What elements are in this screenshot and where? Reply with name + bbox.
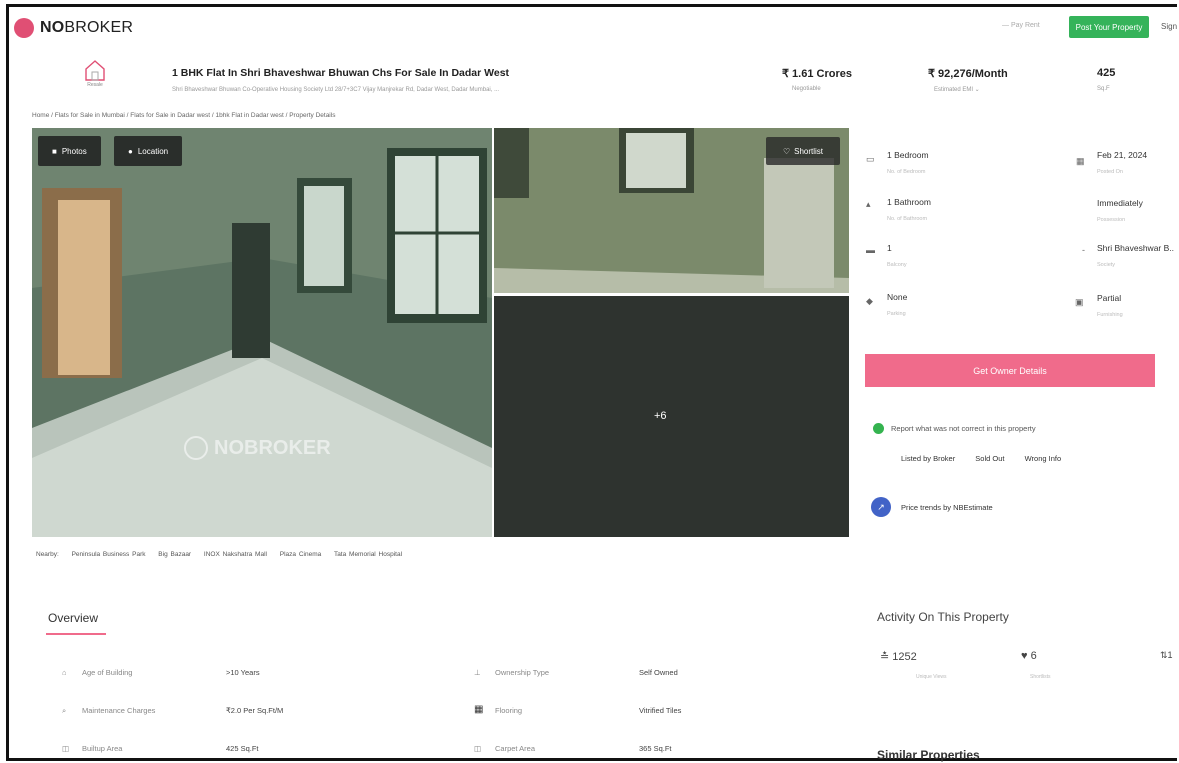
overview-tab[interactable]: Overview	[48, 611, 98, 625]
carpet-icon: ◫	[474, 744, 482, 753]
area: 425	[1097, 67, 1116, 79]
logo-text: NOBROKER	[40, 19, 134, 36]
price: ₹ 1.61 Crores	[782, 68, 852, 80]
ownership-value: Self Owned	[639, 668, 678, 677]
views-label: Unique Views	[916, 674, 947, 680]
area-unit: Sq.F	[1097, 86, 1110, 92]
possession-detail: Immediately Possession	[1097, 198, 1143, 223]
bed-icon: ▭	[866, 154, 875, 164]
report-section[interactable]: Report what was not correct in this prop…	[873, 423, 1036, 434]
shortlist-button[interactable]: ♡ Shortlist	[766, 137, 840, 165]
similar-properties-heading: Similar Properties	[877, 748, 980, 762]
nearby-place[interactable]: Peninsula Business Park	[72, 551, 146, 558]
views-count: ≛ 1252	[880, 651, 917, 663]
active-tab-underline	[46, 633, 106, 635]
location-icon: ●	[128, 146, 133, 156]
sold-out-link[interactable]: Sold Out	[975, 454, 1004, 463]
furnishing-detail: Partial Furnishing	[1097, 293, 1123, 318]
room-photo-illustration	[32, 128, 492, 537]
contacts-count: ⇅1	[1160, 650, 1173, 660]
get-owner-details-button[interactable]: Get Owner Details	[865, 354, 1155, 387]
location-button[interactable]: ● Location	[114, 136, 183, 166]
price-negotiable: Negotiable	[792, 86, 821, 92]
posted-date-detail: Feb 21, 2024 Posted On	[1097, 150, 1148, 175]
flooring-icon: ▦	[474, 704, 484, 715]
balcony-detail: 1 Balcony	[887, 243, 907, 268]
maintenance-icon: ⌕	[62, 706, 67, 715]
listing-title: 1 BHK Flat In Shri Bhaveshwar Bhuwan Chs…	[172, 67, 510, 79]
bath-icon: ▴	[866, 199, 871, 209]
age-icon: ⌂	[62, 668, 67, 677]
ownership-label: Ownership Type	[495, 668, 550, 677]
report-options: Listed by Broker Sold Out Wrong Info	[901, 454, 1079, 463]
heart-icon: ♥	[1021, 650, 1031, 662]
nobroker-watermark: NOBROKER	[184, 436, 331, 460]
wrong-info-link[interactable]: Wrong Info	[1025, 454, 1062, 463]
trend-chart-icon: ↗	[871, 497, 891, 517]
builtup-icon: ◫	[62, 744, 70, 753]
shortlists-count: ♥ 6	[1021, 650, 1037, 662]
parking-detail: None Parking	[887, 292, 908, 317]
watermark-logo-icon	[184, 436, 208, 460]
calendar-icon: ▦	[1076, 156, 1085, 166]
person-icon: ≛	[880, 651, 893, 663]
listing-address: Shri Bhaveshwar Bhuwan Co-Operative Hous…	[172, 87, 500, 93]
post-property-button[interactable]: Post Your Property	[1069, 16, 1149, 38]
balcony-icon: ▬	[866, 245, 875, 255]
main-photo[interactable]	[32, 128, 492, 537]
flooring-value: Vitrified Tiles	[639, 706, 682, 715]
furnishing-icon: ▣	[1075, 297, 1084, 307]
breadcrumb[interactable]: Home / Flats for Sale in Mumbai / Flats …	[32, 112, 335, 119]
pay-rent-link[interactable]: — Pay Rent	[1002, 22, 1040, 29]
flooring-label: Flooring	[495, 706, 523, 715]
nearby-place[interactable]: INOX Nakshatra Mall	[204, 551, 267, 558]
camera-icon: ■	[52, 146, 57, 156]
resale-caption: Resale	[87, 82, 103, 88]
age-label: Age of Building	[82, 668, 133, 677]
nobroker-logo[interactable]: NOBROKER	[14, 18, 133, 38]
nearby-places: Nearby: Peninsula Business Park Big Baza…	[36, 551, 412, 558]
report-icon	[873, 423, 884, 434]
activity-heading: Activity On This Property	[877, 610, 1009, 624]
society-icon: -	[1082, 245, 1085, 255]
nearby-place[interactable]: Tata Memorial Hospital	[334, 551, 402, 558]
carpet-label: Carpet Area	[495, 744, 536, 753]
builtup-value: 425 Sq.Ft	[226, 744, 259, 753]
ownership-icon: ⊥	[474, 668, 481, 677]
nearby-place[interactable]: Big Bazaar	[158, 551, 191, 558]
price-trends-link[interactable]: ↗ Price trends by NBEstimate	[871, 497, 993, 517]
listed-by-broker-link[interactable]: Listed by Broker	[901, 454, 955, 463]
sign-in-link[interactable]: Sign	[1161, 22, 1177, 31]
resale-icon: Resale	[80, 58, 110, 94]
more-photos-count: +6	[654, 410, 667, 422]
bathroom-detail: 1 Bathroom No. of Bathroom	[887, 197, 931, 222]
nearby-label: Nearby:	[36, 551, 59, 558]
bedroom-detail: 1 Bedroom No. of Bedroom	[887, 150, 929, 175]
carpet-value: 365 Sq.Ft	[639, 744, 672, 753]
maintenance-label: Maintenance Charges	[82, 706, 156, 715]
more-photos-tile[interactable]: +6	[494, 296, 849, 537]
car-icon: ◆	[866, 296, 873, 306]
age-value: >10 Years	[226, 668, 260, 677]
emi-dropdown[interactable]: Estimated EMI ⌄	[934, 86, 980, 93]
contact-icon: ⇅	[1160, 650, 1168, 660]
shortlists-label: Shortlists	[1030, 674, 1051, 680]
builtup-label: Builtup Area	[82, 744, 123, 753]
society-detail: Shri Bhaveshwar B.. Society	[1097, 243, 1175, 268]
photos-button[interactable]: ■ Photos	[38, 136, 101, 166]
nearby-place[interactable]: Plaza Cinema	[280, 551, 321, 558]
logo-icon	[14, 18, 34, 38]
emi: ₹ 92,276/Month	[928, 68, 1008, 80]
heart-icon: ♡	[782, 146, 791, 156]
maintenance-value: ₹2.0 Per Sq.Ft/M	[226, 706, 284, 715]
